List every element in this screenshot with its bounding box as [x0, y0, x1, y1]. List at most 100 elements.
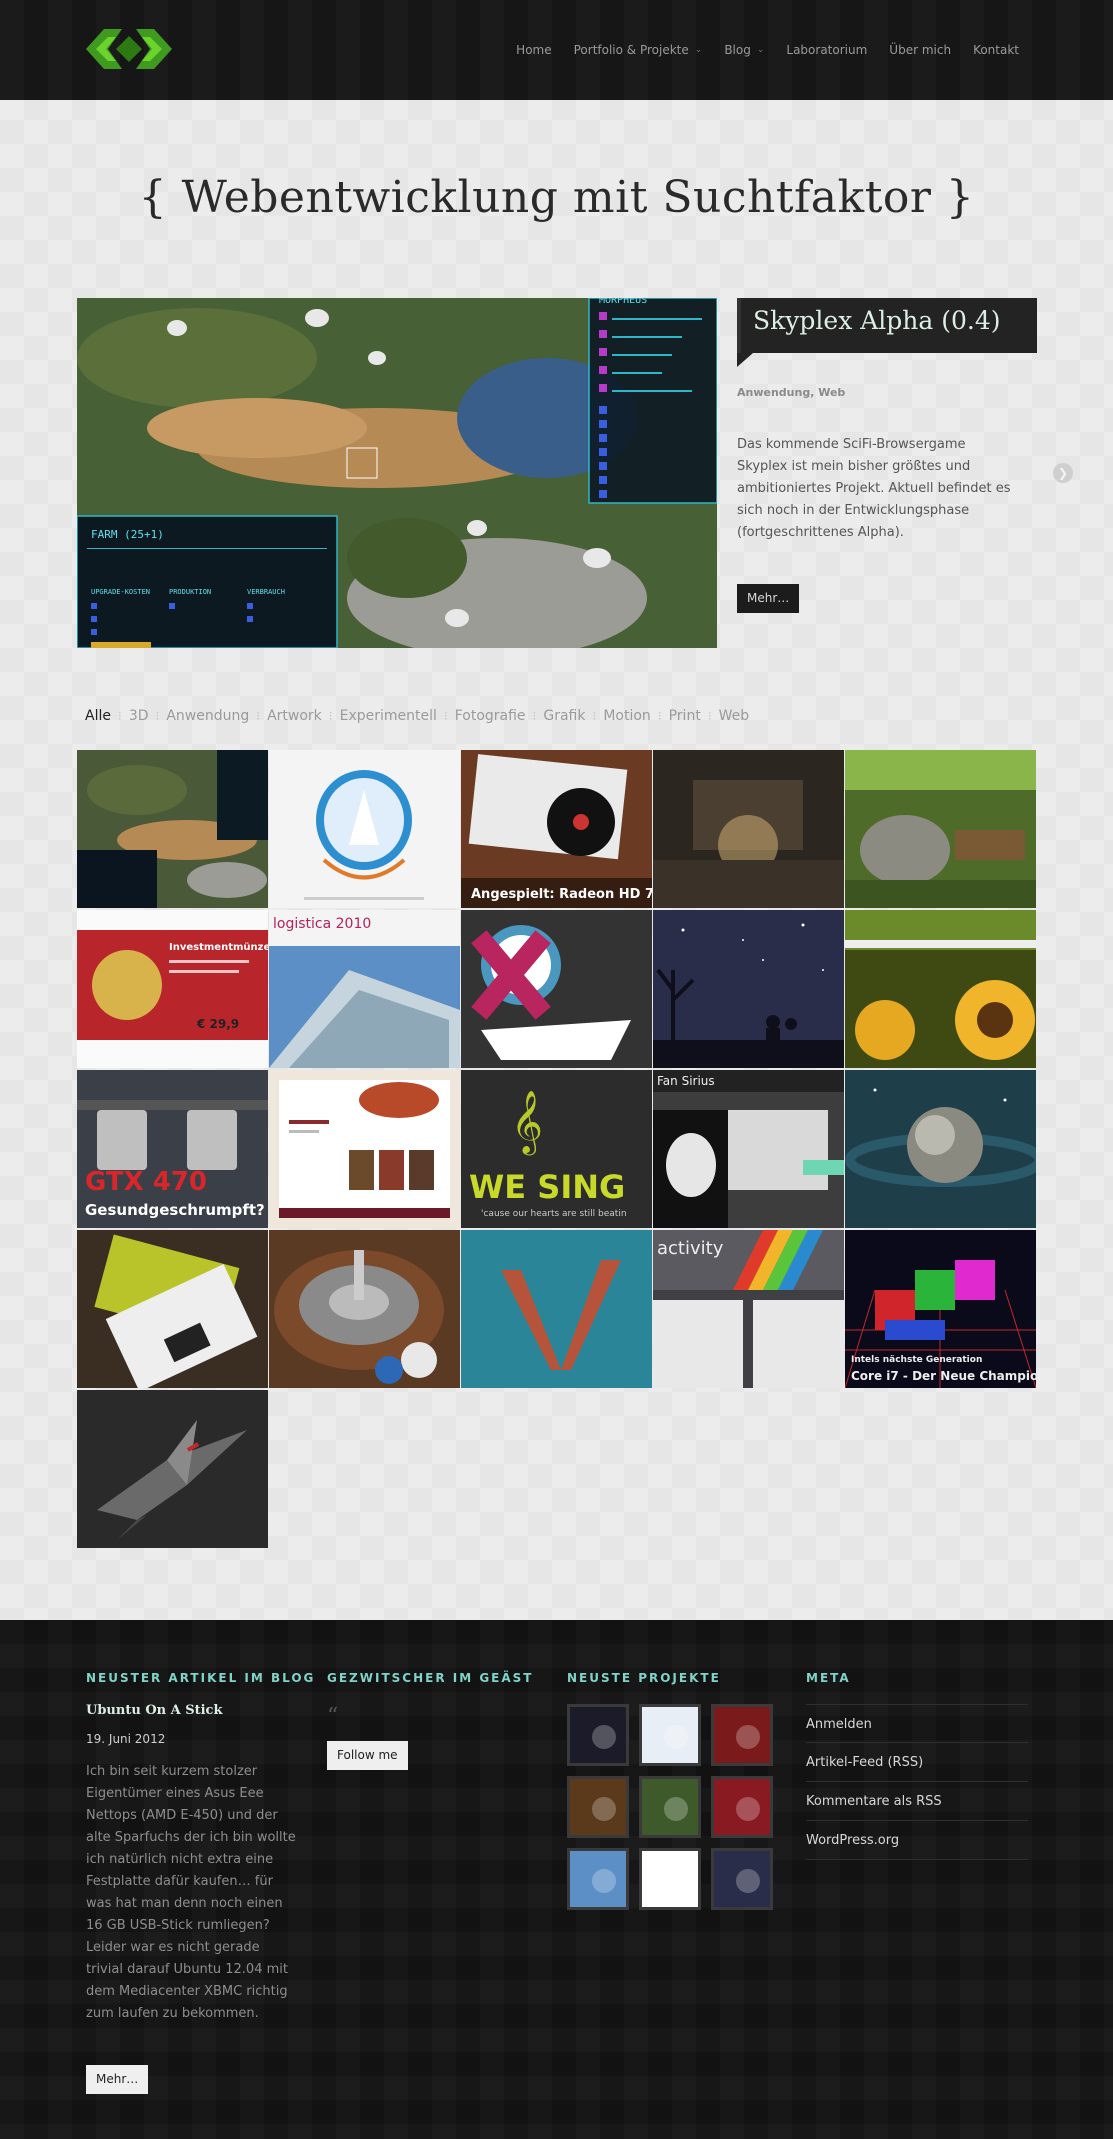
feature-description: Das kommende SciFi-Browsergame Skyplex i… [737, 437, 1011, 540]
nav-laboratorium-label: Laboratorium [786, 43, 868, 57]
recent-project-thumb[interactable] [639, 1848, 701, 1910]
nav-blog[interactable]: Blog ⌄ [724, 43, 764, 57]
recent-project-thumb[interactable] [639, 1704, 701, 1766]
portfolio-tile-sunflower[interactable] [845, 910, 1036, 1068]
portfolio-tile-radeon[interactable]: Angespielt: Radeon HD 7970 [461, 750, 652, 908]
footer-post-more-button[interactable]: Mehr… [86, 2065, 149, 2094]
footer-post-title[interactable]: Ubuntu On A Stick [86, 1703, 222, 1718]
slider-next-icon[interactable]: ❯ [1053, 463, 1073, 483]
portfolio-tile-planet[interactable] [845, 1070, 1036, 1228]
recent-project-thumb-image [570, 1707, 626, 1763]
recent-project-thumb-image [642, 1707, 698, 1763]
recent-project-thumb[interactable] [567, 1704, 629, 1766]
recent-project-thumb[interactable] [639, 1776, 701, 1838]
feature-image[interactable]: MORPHEUS FARM (25+1) UPGRADE-KOSTEN PROD… [77, 298, 717, 648]
portfolio-tile-investment[interactable]: Investmentmünze € 29,9 [77, 910, 268, 1068]
filter-separator: ⁝ [155, 709, 160, 723]
footer-blog-heading: NEUSTER ARTIKEL IM BLOG [86, 1671, 316, 1685]
portfolio-tile-garden[interactable] [845, 750, 1036, 908]
nav-home-label: Home [516, 43, 552, 57]
filter-separator: ⁝ [328, 709, 333, 723]
feature-title[interactable]: Skyplex Alpha (0.4) [753, 306, 1001, 335]
filter-grafik[interactable]: Grafik [543, 708, 585, 724]
portfolio-tile-deer-logo[interactable] [269, 750, 460, 908]
meta-link-wordpress[interactable]: WordPress.org [806, 1821, 1028, 1860]
nav-laboratorium[interactable]: Laboratorium [786, 43, 867, 57]
portfolio-thumb-image [77, 1390, 268, 1548]
nav-blog-label: Blog [724, 43, 751, 57]
filter-artwork[interactable]: Artwork [267, 708, 322, 724]
portfolio-thumb-image: activity [653, 1230, 844, 1388]
filter-anwendung[interactable]: Anwendung [166, 708, 249, 724]
footer-post-date: 19. Juni 2012 [86, 1732, 166, 1746]
recent-project-thumb-image [714, 1707, 770, 1763]
footer-meta-heading: META [806, 1671, 851, 1685]
filter-motion[interactable]: Motion [603, 708, 650, 724]
filter-separator: ⁝ [117, 709, 122, 723]
portfolio-tile-business-card[interactable] [77, 1230, 268, 1388]
nav-home[interactable]: Home [516, 43, 551, 57]
nav-contact[interactable]: Kontakt [973, 43, 1019, 57]
portfolio-tile-logistica[interactable]: logistica 2010 [269, 910, 460, 1068]
recent-project-thumb[interactable] [711, 1776, 773, 1838]
nav-contact-label: Kontakt [973, 43, 1019, 57]
portfolio-tile-core-i7[interactable]: Intels nächste Generation Core i7 - Der N… [845, 1230, 1036, 1388]
filter-separator: ⁝ [657, 709, 662, 723]
filter-fotografie[interactable]: Fotografie [455, 708, 526, 724]
portfolio-tile-we-sing[interactable]: 𝄞 WE SING 'cause our hearts are still beat… [461, 1070, 652, 1228]
portfolio-thumb-image: Investmentmünze € 29,9 [77, 910, 268, 1068]
portfolio-thumb-image [461, 1230, 652, 1388]
recent-project-thumb-image [642, 1779, 698, 1835]
filter-3d[interactable]: 3D [129, 708, 149, 724]
portfolio-tile-spaceship[interactable] [77, 1390, 268, 1548]
recent-project-thumb[interactable] [567, 1776, 629, 1838]
svg-text:logistica 2010: logistica 2010 [273, 916, 371, 932]
svg-text:Core i7 - Der Neue Champion?: Core i7 - Der Neue Champion? [851, 1369, 1036, 1383]
portfolio-tile-stars-couple[interactable] [653, 910, 844, 1068]
logo-mark-icon [86, 29, 172, 69]
svg-text:'cause our hearts are still be: 'cause our hearts are still beatin [481, 1209, 627, 1219]
recent-project-thumb-image [642, 1851, 698, 1907]
nav-portfolio[interactable]: Portfolio & Projekte ⌄ [574, 43, 703, 57]
meta-link-article-feed[interactable]: Artikel-Feed (RSS) [806, 1743, 1028, 1782]
main-nav: Home Portfolio & Projekte ⌄ Blog ⌄ Laborat… [494, 0, 1019, 100]
site-logo[interactable] [86, 24, 172, 74]
portfolio-tile-fan-sirius[interactable]: Fan Sirius [653, 1070, 844, 1228]
svg-text:PRODUKTION: PRODUKTION [169, 588, 211, 596]
filter-experimentell[interactable]: Experimentell [340, 708, 437, 724]
recent-project-thumb[interactable] [711, 1848, 773, 1910]
hero-tagline: { Webentwicklung mit Suchtfaktor } [138, 172, 975, 223]
chevron-down-icon: ⌄ [756, 45, 765, 55]
filter-print[interactable]: Print [669, 708, 701, 724]
meta-link-comments-feed[interactable]: Kommentare als RSS [806, 1782, 1028, 1821]
portfolio-thumb-image: GTX 470 Gesundgeschrumpft? [77, 1070, 268, 1228]
follow-me-button[interactable]: Follow me [327, 1741, 408, 1770]
portfolio-thumb-image [845, 750, 1036, 908]
nav-about[interactable]: Über mich [889, 43, 951, 57]
portfolio-thumb-image [845, 1070, 1036, 1228]
feature-title-box[interactable]: Skyplex Alpha (0.4) [737, 298, 1037, 367]
meta-link-login[interactable]: Anmelden [806, 1704, 1028, 1743]
portfolio-tile-roulette[interactable] [269, 1230, 460, 1388]
portfolio-tile-ram[interactable] [461, 1230, 652, 1388]
recent-project-thumb[interactable] [711, 1704, 773, 1766]
portfolio-thumb-image [77, 750, 268, 908]
filter-separator: ⁝ [532, 709, 537, 723]
portfolio-tile-activity[interactable]: activity [653, 1230, 844, 1388]
svg-text:€ 29,9: € 29,9 [196, 1017, 239, 1031]
chevron-down-icon: ⌄ [694, 45, 703, 55]
portfolio-tile-x-logo[interactable] [461, 910, 652, 1068]
filter-separator: ⁝ [592, 709, 597, 723]
svg-text:Gesundgeschrumpft?: Gesundgeschrumpft? [85, 1201, 265, 1219]
portfolio-tile-skyplex[interactable] [77, 750, 268, 908]
portfolio-tile-restaurant[interactable] [269, 1070, 460, 1228]
footer-projects-heading: NEUSTE PROJEKTE [567, 1671, 721, 1685]
feature-categories[interactable]: Anwendung, Web [737, 386, 845, 399]
feature-more-button[interactable]: Mehr… [737, 584, 800, 613]
portfolio-tile-gtx470[interactable]: GTX 470 Gesundgeschrumpft? [77, 1070, 268, 1228]
recent-project-thumb-image [714, 1779, 770, 1835]
recent-project-thumb[interactable] [567, 1848, 629, 1910]
filter-web[interactable]: Web [719, 708, 750, 724]
filter-alle[interactable]: Alle [85, 708, 111, 724]
portfolio-tile-night-city[interactable] [653, 750, 844, 908]
